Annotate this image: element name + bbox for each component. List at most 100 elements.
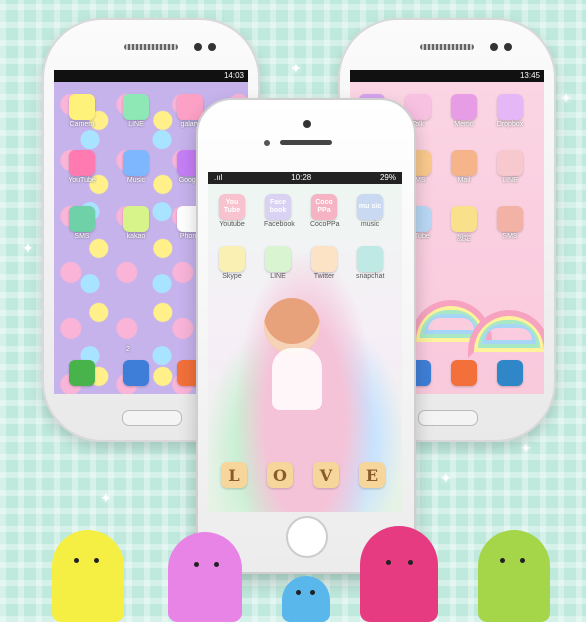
- app-icon: [123, 150, 149, 176]
- app-icon: [123, 360, 149, 386]
- sparkle-icon: ✦: [440, 470, 452, 486]
- app-label: CocoPPa: [310, 221, 340, 228]
- iphone: .ııl 10:28 29% You Tube Youtube Face book F…: [196, 98, 416, 574]
- home-button[interactable]: [418, 410, 478, 426]
- camera-icon: [490, 43, 498, 51]
- status-time: 10:28: [291, 173, 312, 182]
- app-shortcut[interactable]: SMS: [68, 206, 96, 240]
- app-shortcut[interactable]: Memo: [450, 94, 478, 128]
- app-icon: [177, 94, 203, 120]
- dock-letter-tile[interactable]: O: [266, 462, 294, 488]
- dock-shortcut[interactable]: [68, 360, 96, 387]
- app-shortcut[interactable]: Music: [122, 150, 150, 184]
- app-icon: [311, 246, 337, 272]
- app-shortcut[interactable]: Face book Facebook: [264, 194, 295, 228]
- sparkle-icon: ✦: [100, 490, 112, 506]
- app-icon: [451, 360, 477, 386]
- app-label: Skype: [222, 273, 242, 280]
- app-label: Music: [126, 177, 146, 184]
- proximity-sensor-icon: [264, 140, 270, 146]
- home-button[interactable]: [286, 516, 328, 558]
- app-shortcut[interactable]: LINE: [496, 150, 524, 184]
- app-label: Youtube: [219, 221, 245, 228]
- app-shortcut[interactable]: Camera: [68, 94, 96, 128]
- app-shortcut[interactable]: 設定: [450, 206, 478, 243]
- app-icon: [69, 360, 95, 386]
- status-time: 14:03: [223, 71, 244, 80]
- app-shortcut[interactable]: Dropbox: [496, 94, 524, 128]
- eye: [310, 590, 315, 595]
- app-shortcut[interactable]: Mail: [450, 150, 478, 184]
- app-icon: You Tube: [219, 194, 245, 220]
- app-icon: [69, 94, 95, 120]
- bird-character: [282, 576, 330, 622]
- magenta-character: [360, 526, 438, 622]
- letter-tile: L: [221, 462, 247, 488]
- girl-dress: [272, 348, 322, 410]
- eye: [408, 560, 413, 565]
- dock-letter-tile[interactable]: L: [220, 462, 248, 488]
- app-shortcut[interactable]: LINE: [264, 246, 292, 280]
- app-icon: mu sic: [357, 194, 383, 220]
- app-label: LINE: [128, 121, 144, 128]
- app-icon: Coco PPa: [311, 194, 337, 220]
- dock-letter-tile[interactable]: E: [358, 462, 386, 488]
- signal-icon: .ııl: [214, 173, 223, 182]
- dock-shortcut[interactable]: [496, 360, 524, 387]
- app-shortcut[interactable]: Coco PPa CocoPPa: [310, 194, 340, 228]
- earpiece: [280, 140, 332, 145]
- app-icon: [497, 94, 523, 120]
- app-shortcut[interactable]: SMS: [496, 206, 524, 240]
- status-bar: .ııl 10:28 29%: [208, 172, 402, 184]
- app-shortcut[interactable]: snapchat: [356, 246, 384, 280]
- eye: [296, 590, 301, 595]
- app-shortcut[interactable]: You Tube Youtube: [218, 194, 246, 228]
- status-time: 13:45: [519, 71, 540, 80]
- app-shortcut[interactable]: LINE: [122, 94, 150, 128]
- status-bar: 14:03: [54, 70, 248, 82]
- eye: [500, 558, 505, 563]
- app-label: Twitter: [313, 273, 335, 280]
- eye: [520, 558, 525, 563]
- yellow-character: [52, 530, 124, 622]
- app-label: Dropbox: [496, 121, 524, 128]
- app-shortcut[interactable]: mu sic music: [356, 194, 384, 228]
- app-label: snapchat: [356, 273, 385, 280]
- app-icon: [123, 206, 149, 232]
- app-icon: [265, 246, 291, 272]
- app-shortcut[interactable]: Twitter: [310, 246, 338, 280]
- app-shortcut[interactable]: Skype: [218, 246, 246, 280]
- dock-shortcut[interactable]: [122, 360, 150, 387]
- app-icon: [497, 360, 523, 386]
- eye: [386, 560, 391, 565]
- app-icon: [451, 206, 477, 232]
- app-label: Memo: [454, 121, 474, 128]
- app-label: music: [360, 221, 380, 228]
- eye: [94, 558, 99, 563]
- app-label: LINE: [270, 273, 286, 280]
- sparkle-icon: ✦: [290, 60, 302, 76]
- app-icon: [451, 94, 477, 120]
- app-icon: [123, 94, 149, 120]
- app-icon: [219, 246, 245, 272]
- app-label: Camera: [69, 121, 95, 128]
- app-shortcut[interactable]: kakao: [122, 206, 150, 240]
- dock-shortcut[interactable]: [450, 360, 478, 387]
- eye: [194, 562, 199, 567]
- pink-character: [168, 532, 242, 622]
- home-button[interactable]: [122, 410, 182, 426]
- sensor-icon: [208, 43, 216, 51]
- eye: [74, 558, 79, 563]
- letter-tile: E: [359, 462, 385, 488]
- app-label: 設定: [457, 235, 471, 242]
- dock-letter-tile[interactable]: V: [312, 462, 340, 488]
- app-icon: [497, 206, 523, 232]
- front-camera-icon: [303, 120, 311, 128]
- app-label: SMS: [74, 233, 90, 240]
- app-icon: [69, 150, 95, 176]
- speaker-grille: [420, 44, 474, 50]
- app-shortcut[interactable]: YouTube: [68, 150, 96, 184]
- sparkle-icon: ✦: [520, 440, 532, 456]
- app-label: YouTube: [68, 177, 96, 184]
- app-icon: [69, 206, 95, 232]
